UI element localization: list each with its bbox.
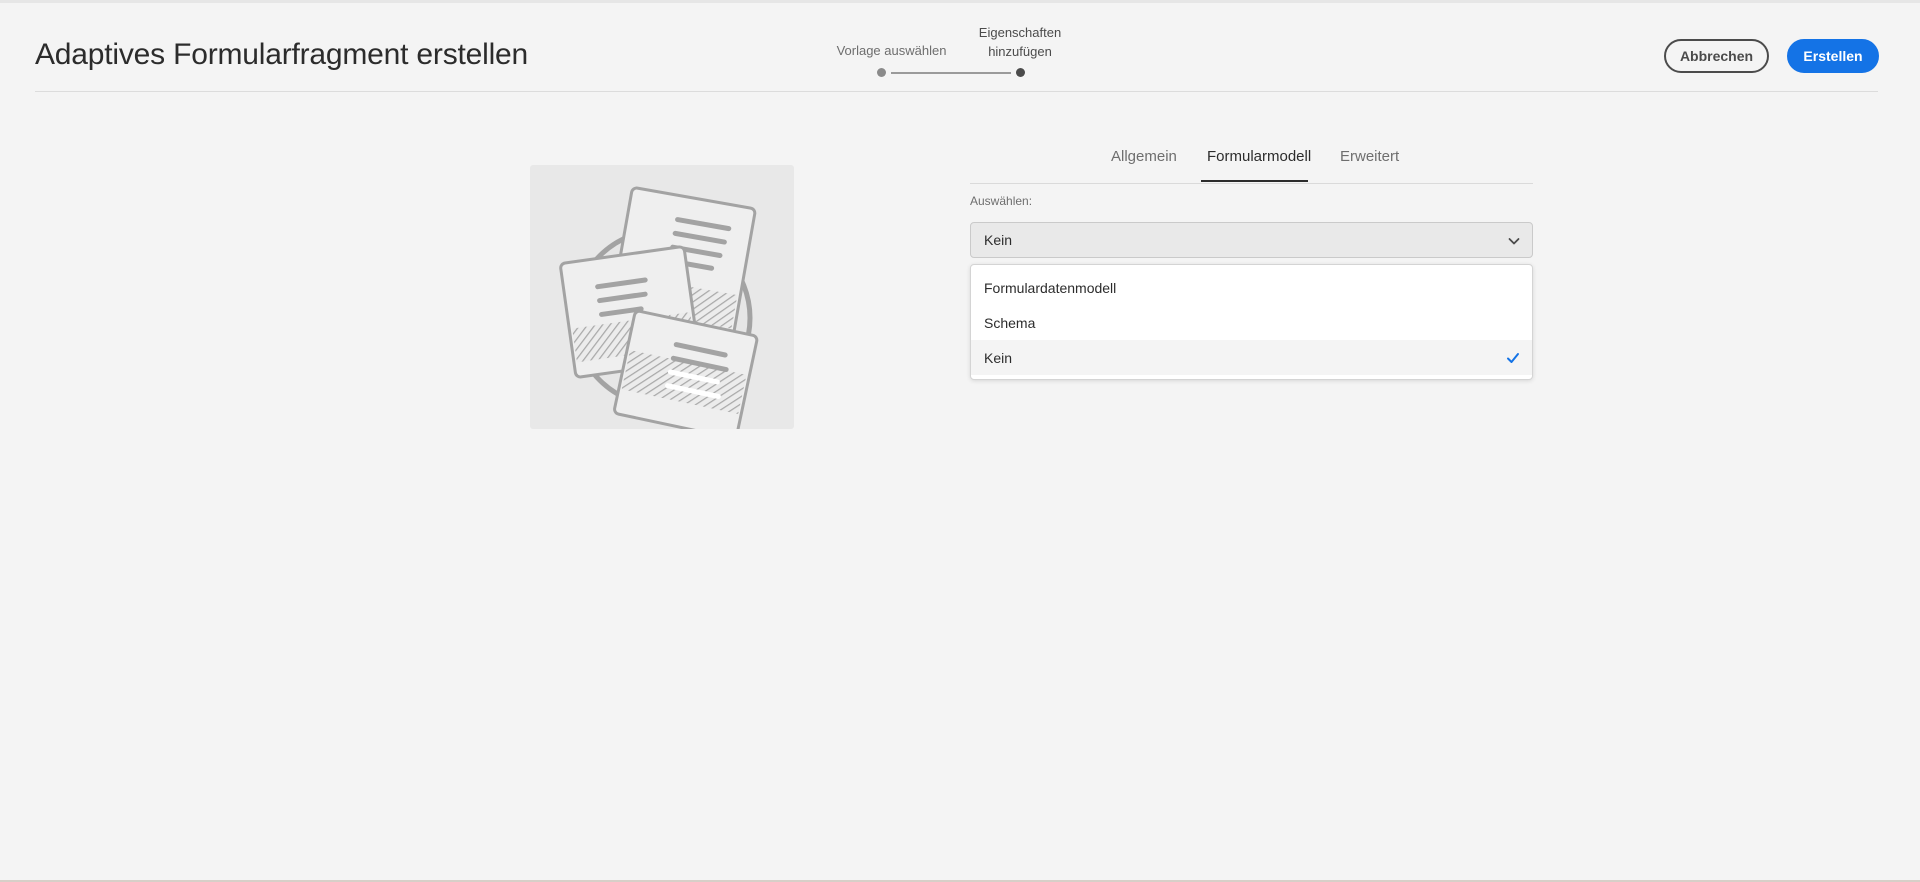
form-model-selected-value: Kein	[984, 232, 1013, 248]
form-fragment-illustration-icon	[559, 186, 759, 429]
header-divider	[35, 91, 1878, 92]
wizard-steps: Vorlage auswählen Eigenschaften hinzufüg…	[820, 21, 1070, 81]
chevron-down-icon	[1508, 238, 1520, 245]
fragment-thumbnail	[530, 165, 794, 429]
form-model-dropdown-menu: Formulardatenmodell Schema Kein	[970, 264, 1533, 380]
tab-selected-indicator	[1201, 180, 1308, 182]
menu-item-label: Kein	[984, 349, 1013, 366]
menu-item-label: Formulardatenmodell	[984, 279, 1117, 296]
wizard-step-template-label: Vorlage auswählen	[836, 43, 947, 58]
menu-item-form-data-model[interactable]: Formulardatenmodell	[971, 270, 1532, 305]
wizard-step-connector	[891, 72, 1011, 74]
form-model-select[interactable]: Kein	[970, 222, 1533, 258]
tab-general[interactable]: Allgemein	[1111, 148, 1177, 165]
wizard-step-properties-line2: hinzufügen	[988, 44, 1052, 59]
tab-advanced[interactable]: Erweitert	[1340, 148, 1399, 165]
page-title: Adaptives Formularfragment erstellen	[35, 38, 529, 71]
form-model-select-label: Auswählen:	[970, 194, 1033, 208]
wizard-step-properties-line1: Eigenschaften	[978, 25, 1062, 40]
menu-item-schema[interactable]: Schema	[971, 305, 1532, 340]
wizard-step-template-dot	[877, 68, 886, 77]
properties-tabs: Allgemein Formularmodell Erweitert	[970, 143, 1533, 184]
tab-form-model[interactable]: Formularmodell	[1207, 148, 1311, 165]
create-button[interactable]: Erstellen	[1787, 39, 1879, 73]
create-fragment-page: Adaptives Formularfragment erstellen Vor…	[0, 0, 1920, 882]
menu-item-label: Schema	[984, 314, 1036, 331]
wizard-step-properties-dot	[1016, 68, 1025, 77]
wizard-step-properties-label: Eigenschaften hinzufügen	[970, 23, 1070, 61]
checkmark-icon	[1507, 353, 1519, 363]
menu-item-none[interactable]: Kein	[971, 340, 1532, 375]
cancel-button[interactable]: Abbrechen	[1664, 39, 1769, 73]
